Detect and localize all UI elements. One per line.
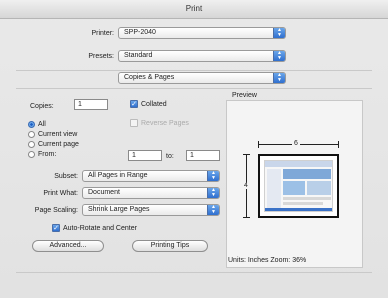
width-dimension-tick [258,141,259,148]
subset-popup[interactable]: All Pages in Range ▲ ▼ [82,170,220,182]
page-scaling-label: Page Scaling: [34,207,78,214]
window-title: Print [0,0,388,19]
copies-field[interactable]: 1 [74,99,108,110]
presets-popup[interactable]: Standard ▲ ▼ [118,50,286,62]
reverse-pages-checkbox[interactable]: ✓ [130,119,138,127]
popup-arrows-icon: ▲ ▼ [273,51,285,61]
collated-checkbox[interactable]: ✓ [130,100,138,108]
print-what-popup[interactable]: Document ▲ ▼ [82,187,220,199]
height-dimension-tick [243,154,250,155]
radio-current-view-label: Current view [38,131,78,138]
page-thumbnail [264,160,333,212]
thumbnail-image [265,161,332,211]
copies-label: Copies: [30,103,54,110]
height-dimension-label: 4 [244,182,248,189]
from-page-field[interactable]: 1 [128,150,162,161]
separator [16,70,372,71]
popup-arrows-icon: ▲ ▼ [207,171,219,181]
popup-arrows-icon: ▲ ▼ [273,28,285,38]
subset-label: Subset: [54,173,78,180]
radio-from[interactable] [28,151,35,158]
units-zoom-text: Units: Inches Zoom: 36% [228,257,307,264]
radio-current-page[interactable] [28,141,35,148]
presets-value: Standard [124,52,153,59]
auto-rotate-checkbox[interactable]: ✓ [52,224,60,232]
printer-label: Printer: [91,30,114,37]
to-page-field[interactable]: 1 [186,150,220,161]
reverse-pages-label: Reverse Pages [141,120,189,127]
collated-label: Collated [141,101,167,108]
print-what-label: Print What: [43,190,78,197]
preview-title: Preview [232,92,257,99]
separator [16,88,372,89]
print-what-value: Document [88,189,120,196]
to-label: to: [166,153,174,160]
pane-popup[interactable]: Copies & Pages ▲ ▼ [118,72,286,84]
radio-all-label: All [38,121,46,128]
radio-all[interactable] [28,121,35,128]
pane-value: Copies & Pages [124,74,175,81]
popup-arrows-icon: ▲ ▼ [273,73,285,83]
advanced-button[interactable]: Advanced... [32,240,104,252]
print-dialog: Print Printer: SPP-2040 ▲ ▼ Presets: Stan… [0,0,388,298]
popup-arrows-icon: ▲ ▼ [207,188,219,198]
presets-label: Presets: [88,53,114,60]
subset-value: All Pages in Range [88,172,148,179]
width-dimension-label: 6 [292,140,300,147]
printer-popup[interactable]: SPP-2040 ▲ ▼ [118,27,286,39]
radio-from-label: From: [38,151,57,158]
separator [16,272,372,273]
page-scaling-popup[interactable]: Shrink Large Pages ▲ ▼ [82,204,220,216]
radio-current-view[interactable] [28,131,35,138]
page-scaling-value: Shrink Large Pages [88,206,150,213]
width-dimension-tick [338,141,339,148]
height-dimension-tick [243,217,250,218]
auto-rotate-label: Auto-Rotate and Center [63,225,137,232]
printing-tips-button[interactable]: Printing Tips [132,240,208,252]
popup-arrows-icon: ▲ ▼ [207,205,219,215]
radio-current-page-label: Current page [38,141,79,148]
printer-value: SPP-2040 [124,29,156,36]
